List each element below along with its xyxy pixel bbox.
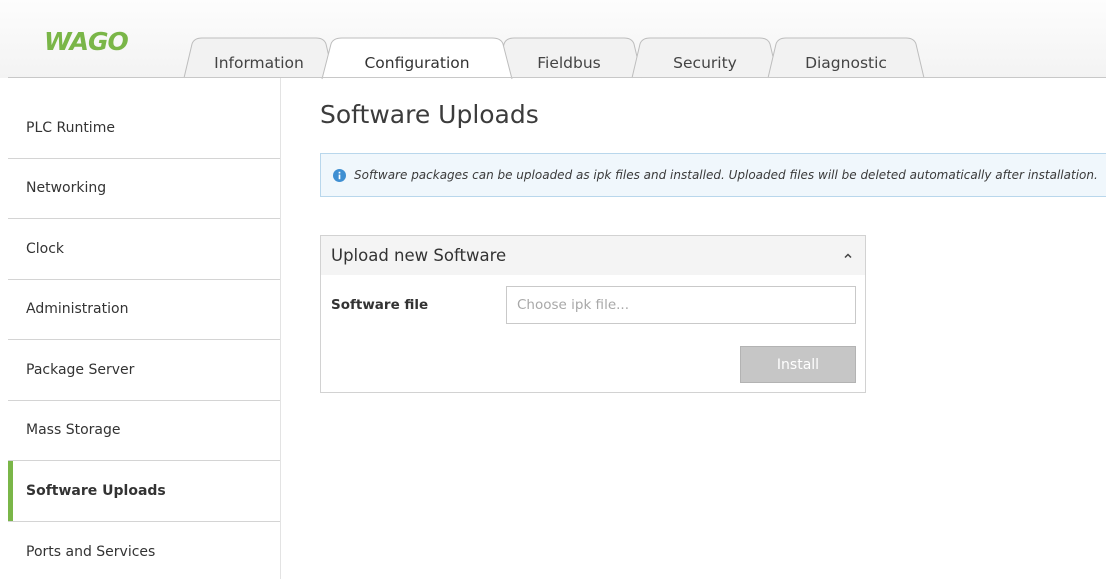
sidebar-item-networking[interactable]: Networking	[8, 159, 280, 219]
wago-logo-mark: WAGO	[44, 28, 130, 56]
sidebar-item-label: Networking	[26, 180, 107, 197]
info-text: Software packages can be uploaded as ipk…	[354, 168, 1098, 182]
page-title: Software Uploads	[320, 100, 539, 129]
tab-label: Configuration	[364, 54, 470, 72]
tab-diagnostic[interactable]: Diagnostic	[767, 37, 925, 79]
sidebar-item-plc-runtime[interactable]: PLC Runtime	[8, 98, 280, 159]
sidebar-item-label: Ports and Services	[26, 543, 156, 560]
upload-panel: Upload new Software Software file Instal…	[320, 235, 866, 393]
tab-security[interactable]: Security	[631, 37, 779, 79]
sidebar-item-software-uploads[interactable]: Software Uploads	[8, 461, 280, 522]
sidebar-divider	[280, 78, 281, 579]
sidebar-item-administration[interactable]: Administration	[8, 280, 280, 340]
sidebar: PLC Runtime Networking Clock Administrat…	[8, 98, 280, 579]
top-header: WAGO Information Fieldbus Security Diagn…	[0, 0, 1106, 80]
software-file-input[interactable]	[506, 286, 856, 324]
sidebar-item-label: Software Uploads	[26, 482, 166, 499]
tab-fieldbus[interactable]: Fieldbus	[495, 37, 643, 79]
tab-label: Diagnostic	[805, 54, 887, 72]
header-divider	[8, 77, 1106, 78]
wago-logo[interactable]: WAGO	[44, 28, 144, 56]
sidebar-item-label: Mass Storage	[26, 422, 121, 439]
tab-configuration[interactable]: Configuration	[321, 37, 513, 80]
panel-title: Upload new Software	[331, 246, 507, 265]
tab-label: Security	[673, 54, 737, 72]
sidebar-item-label: PLC Runtime	[26, 119, 115, 136]
tab-information[interactable]: Information	[183, 37, 335, 79]
upload-panel-header[interactable]: Upload new Software	[321, 236, 865, 275]
info-icon	[333, 168, 346, 182]
sidebar-item-mass-storage[interactable]: Mass Storage	[8, 401, 280, 461]
sidebar-item-ports-and-services[interactable]: Ports and Services	[8, 522, 280, 579]
tab-label: Fieldbus	[537, 54, 601, 72]
install-button[interactable]: Install	[740, 346, 856, 383]
tab-label: Information	[214, 54, 304, 72]
sidebar-item-package-server[interactable]: Package Server	[8, 340, 280, 401]
svg-text:WAGO: WAGO	[44, 28, 129, 56]
software-file-label: Software file	[331, 297, 429, 313]
sidebar-item-clock[interactable]: Clock	[8, 219, 280, 280]
sidebar-item-label: Package Server	[26, 361, 135, 378]
sidebar-item-label: Administration	[26, 301, 129, 318]
chevron-up-icon[interactable]	[843, 251, 853, 261]
main-tabs: Information Fieldbus Security Diagnostic	[180, 37, 940, 80]
info-message: Software packages can be uploaded as ipk…	[320, 153, 1106, 197]
sidebar-item-label: Clock	[26, 240, 65, 257]
